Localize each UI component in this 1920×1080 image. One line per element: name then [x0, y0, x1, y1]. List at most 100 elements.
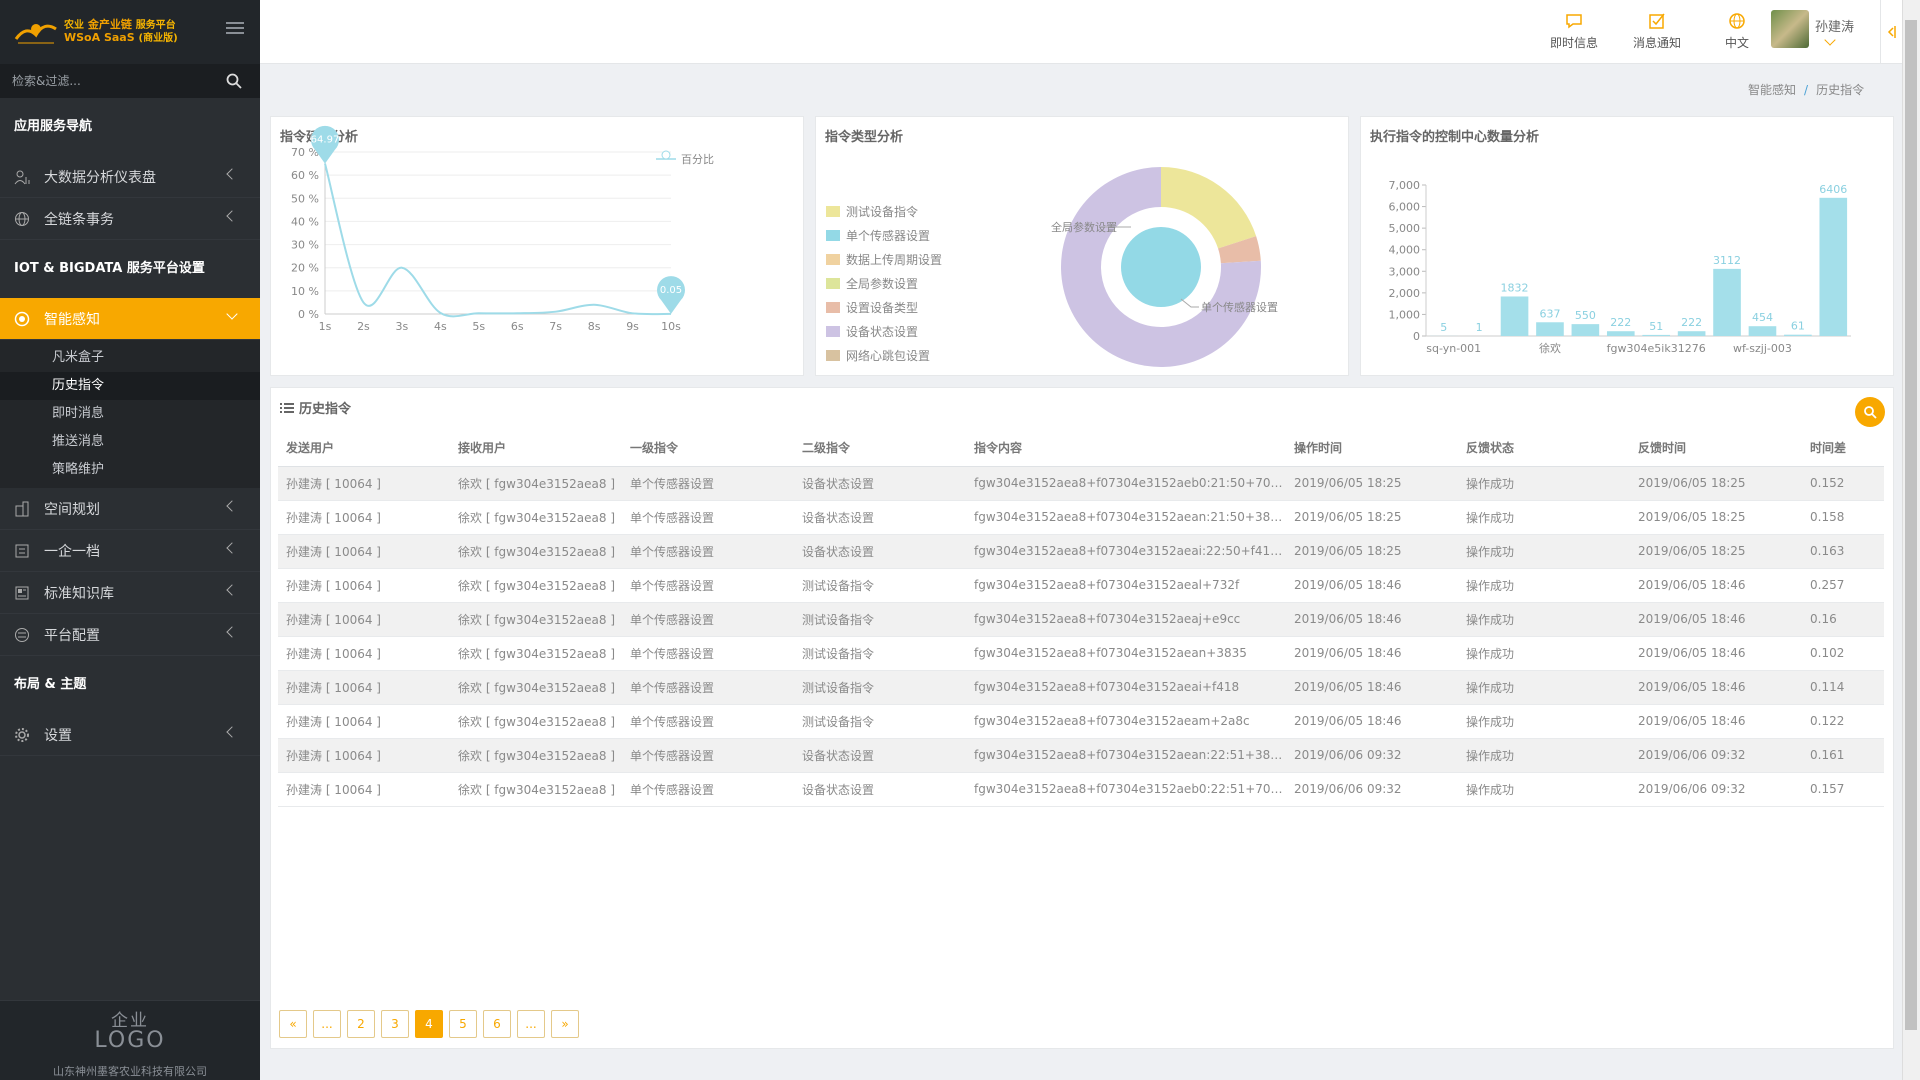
sub-item-push-messages[interactable]: 推送消息: [0, 428, 260, 456]
legend-marker: [661, 150, 671, 160]
table-cell: 单个传感器设置: [622, 670, 794, 705]
section-title-app-nav: 应用服务导航: [14, 119, 93, 134]
breadcrumb-separator: /: [1804, 83, 1809, 97]
page-scrollbar[interactable]: [1902, 0, 1920, 1080]
action-label: 即时信息: [1550, 36, 1599, 50]
page-button[interactable]: ...: [313, 1010, 341, 1038]
table-row[interactable]: 孙建涛 [ 10064 ] 徐欢 [ fgw304e3152aea8 ] 单个传感器…: [278, 568, 1884, 603]
history-table-wrapper: 发送用户 接收用户 一级指令 二级指令 指令内容 操作时间 反馈状态 反馈时间 时间差 孙建涛 …: [278, 430, 1884, 807]
y-tick-label: 3,000: [1389, 265, 1421, 278]
table-search-button[interactable]: [1855, 397, 1885, 427]
table-cell: 孙建涛 [ 10064 ]: [278, 466, 450, 501]
column-header[interactable]: 二级指令: [794, 430, 966, 467]
instant-info-button[interactable]: 即时信息: [1550, 12, 1598, 51]
page-button[interactable]: ...: [517, 1010, 545, 1038]
column-header[interactable]: 发送用户: [278, 430, 450, 467]
user-menu[interactable]: 孙建涛: [1771, 10, 1854, 48]
bar-data-label: 1: [1476, 321, 1483, 334]
x-tick-label: 5s: [472, 320, 485, 333]
table-cell: 2019/06/05 18:46: [1286, 568, 1458, 603]
scrollbar-thumb[interactable]: [1905, 20, 1917, 1030]
table-cell: 操作成功: [1458, 500, 1630, 535]
y-tick-label: 10 %: [291, 285, 319, 298]
x-tick-label: 6s: [511, 320, 524, 333]
bar[interactable]: [1500, 296, 1529, 336]
table-row[interactable]: 孙建涛 [ 10064 ] 徐欢 [ fgw304e3152aea8 ] 单个传感器…: [278, 704, 1884, 739]
search-icon[interactable]: [226, 73, 242, 89]
bar[interactable]: [1748, 326, 1777, 336]
column-header[interactable]: 操作时间: [1286, 430, 1458, 467]
nav-item-knowledge-base[interactable]: 标准知识库: [0, 572, 260, 614]
menu-toggle-icon[interactable]: [226, 22, 244, 36]
page-button[interactable]: »: [551, 1010, 579, 1038]
table-row[interactable]: 孙建涛 [ 10064 ] 徐欢 [ fgw304e3152aea8 ] 单个传感器…: [278, 738, 1884, 773]
page-button[interactable]: «: [279, 1010, 307, 1038]
sub-item-instant-messages[interactable]: 即时消息: [0, 400, 260, 428]
page-button[interactable]: 4: [415, 1010, 443, 1038]
column-header[interactable]: 指令内容: [966, 430, 1286, 467]
table-row[interactable]: 孙建涛 [ 10064 ] 徐欢 [ fgw304e3152aea8 ] 单个传感器…: [278, 636, 1884, 671]
table-cell: 设备状态设置: [794, 534, 966, 569]
search-input[interactable]: [12, 74, 212, 88]
table-cell: 设备状态设置: [794, 500, 966, 535]
column-header[interactable]: 一级指令: [622, 430, 794, 467]
bar-data-label: 5: [1440, 321, 1447, 334]
bar[interactable]: [1713, 268, 1741, 336]
sub-item-strategy[interactable]: 策略维护: [0, 456, 260, 484]
nav-item-dashboard[interactable]: 大数据分析仪表盘: [0, 156, 260, 198]
right-panel-toggle[interactable]: [1880, 0, 1902, 64]
center-bar-chart: 01,0002,0003,0004,0005,0006,0007,0005 118…: [1389, 179, 1851, 355]
column-header[interactable]: 接收用户: [450, 430, 622, 467]
page-button[interactable]: 2: [347, 1010, 375, 1038]
column-header[interactable]: 反馈时间: [1630, 430, 1802, 467]
logo-tag: 农业: [64, 20, 84, 31]
notifications-button[interactable]: 消息通知: [1633, 12, 1681, 51]
column-header[interactable]: 反馈状态: [1458, 430, 1630, 467]
table-row[interactable]: 孙建涛 [ 10064 ] 徐欢 [ fgw304e3152aea8 ] 单个传感器…: [278, 670, 1884, 705]
nav-item-platform-config[interactable]: 平台配置: [0, 614, 260, 656]
bar-data-label: 61: [1791, 320, 1805, 333]
sub-item-fanmi-box[interactable]: 凡米盒子: [0, 344, 260, 372]
page-button[interactable]: 6: [483, 1010, 511, 1038]
x-tick-label: 9s: [626, 320, 639, 333]
bar[interactable]: [1784, 334, 1812, 336]
x-tick-label: 8s: [588, 320, 601, 333]
table-row[interactable]: 孙建涛 [ 10064 ] 徐欢 [ fgw304e3152aea8 ] 单个传感器…: [278, 466, 1884, 501]
language-button[interactable]: 中文: [1725, 12, 1749, 51]
bar[interactable]: [1571, 324, 1600, 336]
table-cell: 操作成功: [1458, 466, 1630, 501]
nav-item-smart-sensing[interactable]: 智能感知: [0, 298, 260, 340]
table-row[interactable]: 孙建涛 [ 10064 ] 徐欢 [ fgw304e3152aea8 ] 单个传感器…: [278, 534, 1884, 569]
table-cell: 单个传感器设置: [622, 738, 794, 773]
nav-item-full-chain[interactable]: 全链条事务: [0, 198, 260, 240]
nav-item-settings[interactable]: 设置: [0, 714, 260, 756]
table-cell: 徐欢 [ fgw304e3152aea8 ]: [450, 602, 622, 637]
bar[interactable]: [1819, 197, 1848, 336]
page-button[interactable]: 5: [449, 1010, 477, 1038]
table-cell: 单个传感器设置: [622, 704, 794, 739]
chevron-left-icon: [226, 584, 238, 596]
breadcrumb-parent[interactable]: 智能感知: [1748, 83, 1796, 97]
table-cell: 孙建涛 [ 10064 ]: [278, 704, 450, 739]
table-row[interactable]: 孙建涛 [ 10064 ] 徐欢 [ fgw304e3152aea8 ] 单个传感器…: [278, 602, 1884, 637]
top-header: 即时信息 消息通知 中文 孙建涛: [260, 0, 1902, 64]
table-cell: 2019/06/05 18:46: [1286, 704, 1458, 739]
bar-data-label: 51: [1649, 320, 1663, 333]
bar[interactable]: [1536, 322, 1564, 336]
table-cell: 孙建涛 [ 10064 ]: [278, 602, 450, 637]
page-button[interactable]: 3: [381, 1010, 409, 1038]
bar[interactable]: [1606, 331, 1635, 336]
table-row[interactable]: 孙建涛 [ 10064 ] 徐欢 [ fgw304e3152aea8 ] 单个传感器…: [278, 500, 1884, 535]
pie-inner-slice[interactable]: [1121, 227, 1201, 307]
table-row[interactable]: 孙建涛 [ 10064 ] 徐欢 [ fgw304e3152aea8 ] 单个传感器…: [278, 772, 1884, 807]
table-cell: 0.158: [1802, 500, 1884, 535]
sub-item-history-commands[interactable]: 历史指令: [0, 372, 260, 400]
column-header[interactable]: 时间差: [1802, 430, 1884, 467]
bar[interactable]: [1642, 334, 1671, 336]
nav-item-space-planning[interactable]: 空间规划: [0, 488, 260, 530]
table-cell: 操作成功: [1458, 670, 1630, 705]
nav-item-enterprise-archive[interactable]: 一企一档: [0, 530, 260, 572]
bar[interactable]: [1677, 331, 1706, 336]
table-cell: 0.114: [1802, 670, 1884, 705]
type-analysis-panel: 指令类型分析 测试设备指令 单个传感器设置 数据上传周期设置 全局参数设置 设置设备类型…: [815, 116, 1349, 376]
